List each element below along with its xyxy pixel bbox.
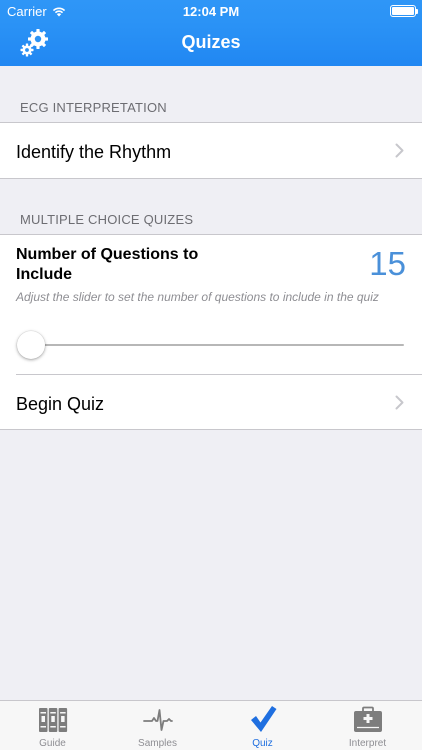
- books-icon: [38, 708, 67, 732]
- begin-quiz-cell[interactable]: Begin Quiz: [0, 375, 422, 430]
- checkmark-icon: [250, 706, 276, 732]
- question-count-label: Number of Questions to Include: [16, 246, 199, 283]
- tab-samples[interactable]: Samples: [105, 701, 210, 750]
- chevron-right-icon: [395, 395, 404, 410]
- tab-interpret-label: Interpret: [348, 738, 387, 749]
- ecg-wave-icon: [142, 709, 173, 731]
- identify-rhythm-cell[interactable]: Identify the Rhythm: [0, 123, 422, 178]
- tab-quiz[interactable]: Quiz: [210, 701, 315, 750]
- tab-quiz-label: Quiz: [252, 738, 273, 749]
- status-bar: Carrier 12:04 PM: [0, 0, 422, 22]
- section-header-mcq: MULTIPLE CHOICE QUIZES: [20, 212, 194, 227]
- navigation-bar: Quizes: [0, 22, 422, 66]
- tab-guide-label: Guide: [39, 738, 66, 749]
- slider-thumb[interactable]: [17, 331, 45, 359]
- clock: 12:04 PM: [182, 4, 240, 19]
- section-header-ecg: ECG INTERPRETATION: [20, 100, 167, 115]
- tab-samples-label: Samples: [138, 738, 177, 749]
- tab-bar: Guide Samples Quiz Interpret: [0, 700, 422, 750]
- slider-track[interactable]: [30, 344, 404, 346]
- page-title: Quizes: [181, 32, 241, 52]
- ecg-cell-group: Identify the Rhythm: [0, 122, 422, 179]
- tab-guide[interactable]: Guide: [0, 701, 105, 750]
- chevron-right-icon: [395, 143, 404, 158]
- question-count-value: 15: [369, 245, 406, 282]
- mcq-cell-group: Number of Questions to Include 15 Adjust…: [0, 234, 422, 430]
- slider-hint: Adjust the slider to set the number of q…: [16, 290, 379, 304]
- identify-rhythm-label: Identify the Rhythm: [16, 142, 172, 162]
- begin-quiz-label: Begin Quiz: [16, 394, 105, 414]
- tab-interpret[interactable]: Interpret: [315, 701, 420, 750]
- battery-icon: [390, 5, 418, 17]
- medical-kit-icon: [353, 706, 382, 732]
